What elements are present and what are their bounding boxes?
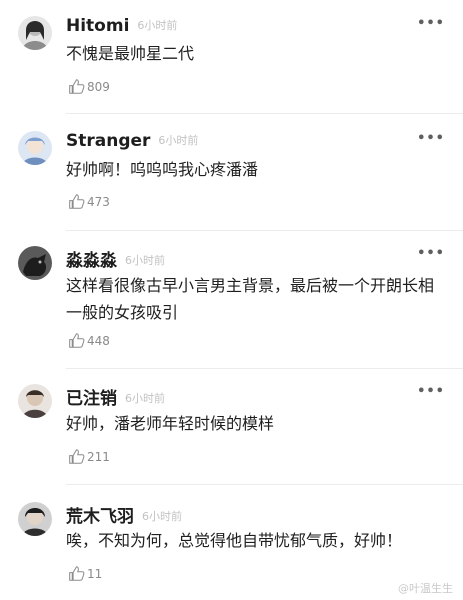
watermark: @叶温生生 xyxy=(398,582,453,595)
thumbs-up-icon xyxy=(69,566,85,581)
avatar[interactable] xyxy=(18,16,52,50)
comment-text: 好帅啊！呜呜呜我心疼潘潘 xyxy=(66,160,259,179)
username-text[interactable]: 淼淼淼 xyxy=(66,251,117,271)
avatar[interactable] xyxy=(18,246,52,280)
like-button[interactable]: 473 xyxy=(68,193,110,210)
timestamp: 6小时前 xyxy=(125,392,165,405)
timestamp: 6小时前 xyxy=(137,19,178,32)
avatar[interactable] xyxy=(18,502,52,536)
like-count: 211 xyxy=(87,449,110,464)
more-options-button[interactable]: ••• xyxy=(417,246,445,261)
divider xyxy=(66,113,463,114)
thumbs-up-icon xyxy=(69,333,85,348)
timestamp: 6小时前 xyxy=(142,510,182,523)
username[interactable]: 已注销 6小时前 xyxy=(66,384,165,409)
thumbs-up-icon xyxy=(69,79,85,94)
like-button[interactable]: 11 xyxy=(68,565,102,582)
like-button[interactable]: 809 xyxy=(68,78,110,95)
thumbs-up-icon xyxy=(69,194,85,209)
divider xyxy=(66,368,463,369)
username-text[interactable]: Stranger xyxy=(66,131,150,151)
like-count: 473 xyxy=(87,194,110,209)
divider xyxy=(66,484,463,485)
more-options-button[interactable]: ••• xyxy=(417,384,445,399)
thumbs-up-icon xyxy=(69,449,85,464)
divider xyxy=(66,230,463,231)
timestamp: 6小时前 xyxy=(158,134,199,147)
timestamp: 6小时前 xyxy=(125,254,165,267)
comment-text: 好帅，潘老师年轻时候的模样 xyxy=(66,414,275,433)
avatar[interactable] xyxy=(18,131,52,165)
username[interactable]: Hitomi 6小时前 xyxy=(66,16,177,36)
comment-text: 不愧是最帅星二代 xyxy=(66,44,195,63)
like-count: 448 xyxy=(87,333,110,348)
like-button[interactable]: 211 xyxy=(68,448,110,465)
username[interactable]: 荒木飞羽 6小时前 xyxy=(66,502,182,527)
username[interactable]: 淼淼淼 6小时前 xyxy=(66,246,165,271)
username[interactable]: Stranger 6小时前 xyxy=(66,131,198,151)
comment-text: 这样看很像古早小言男主背景，最后被一个开朗长相一般的女孩吸引 xyxy=(66,276,435,322)
like-button[interactable]: 448 xyxy=(68,332,110,349)
avatar[interactable] xyxy=(18,384,52,418)
more-options-button[interactable]: ••• xyxy=(417,131,445,146)
username-text[interactable]: 荒木飞羽 xyxy=(66,507,134,527)
comment-text: 唉，不知为何，总觉得他自带忧郁气质，好帅！ xyxy=(66,531,403,550)
username-text[interactable]: Hitomi xyxy=(66,16,129,36)
more-options-button[interactable]: ••• xyxy=(417,16,445,31)
like-count: 11 xyxy=(87,566,103,581)
like-count: 809 xyxy=(87,79,110,94)
username-text[interactable]: 已注销 xyxy=(66,389,117,409)
